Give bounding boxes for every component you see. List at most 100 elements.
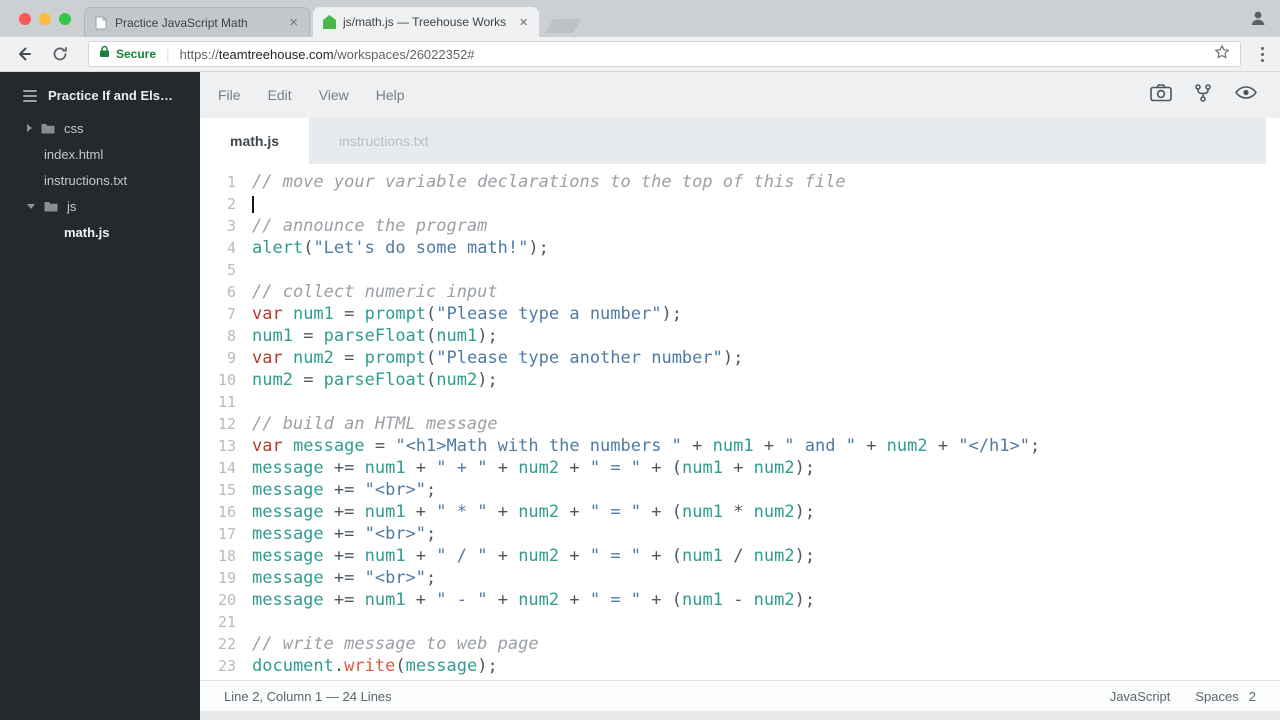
new-tab-button[interactable] — [544, 19, 582, 33]
tab-title: Practice JavaScript Math — [115, 15, 248, 30]
treehouse-icon — [322, 15, 336, 29]
code-line-21[interactable]: 21 — [200, 611, 1280, 633]
menu-help[interactable]: Help — [376, 87, 405, 103]
close-tab-icon[interactable]: × — [287, 15, 300, 30]
line-number: 19 — [217, 569, 236, 587]
lock-icon — [99, 45, 110, 63]
close-window-button[interactable] — [19, 13, 31, 25]
browser-tab-practice[interactable]: Practice JavaScript Math × — [84, 7, 310, 37]
code-line-2[interactable]: 2 — [200, 193, 1280, 215]
code-line-1[interactable]: 1// move your variable declarations to t… — [200, 171, 1280, 193]
page-icon — [94, 16, 108, 30]
editor-tab-math.js[interactable]: math.js — [200, 118, 310, 164]
browser-tab-workspace[interactable]: js/math.js — Treehouse Works × — [313, 7, 539, 37]
code-line-16[interactable]: 16 message += num1 + " * " + num2 + " = "… — [200, 501, 1280, 523]
editor-scrollbar[interactable] — [1266, 118, 1280, 680]
indent-setting[interactable]: Spaces 2 — [1195, 689, 1256, 704]
code-line-9[interactable]: 9 var num2 = prompt("Please type another … — [200, 347, 1280, 369]
file-index.html[interactable]: index.html — [0, 141, 200, 167]
code-line-10[interactable]: 10 num2 = parseFloat(num2); — [200, 369, 1280, 391]
code-line-7[interactable]: 7 var num1 = prompt("Please type a number… — [200, 303, 1280, 325]
line-number: 17 — [217, 525, 236, 543]
folder-js[interactable]: js — [0, 193, 200, 219]
browser-tabs: Practice JavaScript Math × js/math.js — … — [84, 0, 582, 37]
menu-view[interactable]: View — [319, 87, 349, 103]
project-title-row[interactable]: Practice If and Els… — [0, 88, 200, 115]
chevron-down-icon[interactable] — [27, 203, 35, 209]
browser-window: Practice JavaScript Math × js/math.js — … — [0, 0, 1280, 720]
editor-tabs: math.js instructions.txt — [200, 118, 1280, 164]
fork-icon[interactable] — [1194, 83, 1212, 108]
secure-label: Secure — [116, 47, 157, 61]
file-label: css — [64, 120, 84, 136]
browser-tabstrip: Practice JavaScript Math × js/math.js — … — [0, 0, 1280, 37]
line-number: 18 — [217, 547, 236, 565]
line-number: 16 — [217, 503, 236, 521]
code-line-14[interactable]: 14 message += num1 + " + " + num2 + " = "… — [200, 457, 1280, 479]
profile-icon[interactable] — [1249, 9, 1267, 32]
workspace-menubar: File Edit View Help — [200, 72, 1280, 118]
bookmark-star-icon[interactable] — [1214, 43, 1230, 65]
code-line-20[interactable]: 20 message += num1 + " - " + num2 + " = "… — [200, 589, 1280, 611]
url-separator: | — [166, 46, 170, 62]
line-number: 2 — [226, 195, 236, 213]
preview-eye-icon[interactable] — [1234, 84, 1258, 106]
code-line-12[interactable]: 12// build an HTML message — [200, 413, 1280, 435]
line-number: 21 — [217, 613, 236, 631]
snapshot-camera-icon[interactable] — [1150, 83, 1172, 107]
line-number: 15 — [217, 481, 236, 499]
code-editor[interactable]: 1// move your variable declarations to t… — [200, 164, 1280, 680]
code-line-19[interactable]: 19 message += "<br>"; — [200, 567, 1280, 589]
menu-items: File Edit View Help — [218, 87, 405, 103]
chevron-right-icon[interactable] — [27, 124, 32, 132]
line-number: 8 — [226, 327, 236, 345]
code-line-13[interactable]: 13 var message = "<h1>Math with the numbe… — [200, 435, 1280, 457]
file-math.js[interactable]: math.js — [0, 219, 200, 245]
code-line-23[interactable]: 23 document.write(message); — [200, 655, 1280, 677]
folder-icon — [44, 201, 58, 212]
window-controls — [19, 13, 71, 25]
file-sidebar: Practice If and Els… css index.html instru… — [0, 72, 200, 720]
code-line-17[interactable]: 17 message += "<br>"; — [200, 523, 1280, 545]
file-label: js — [67, 198, 77, 214]
line-number: 20 — [217, 591, 236, 609]
file-instructions.txt[interactable]: instructions.txt — [0, 167, 200, 193]
code-line-8[interactable]: 8 num1 = parseFloat(num1); — [200, 325, 1280, 347]
folder-css[interactable]: css — [0, 115, 200, 141]
language-indicator[interactable]: JavaScript — [1110, 689, 1171, 704]
minimize-window-button[interactable] — [39, 13, 51, 25]
code-line-22[interactable]: 22// write message to web page — [200, 633, 1280, 655]
project-title: Practice If and Els… — [48, 88, 173, 103]
cursor-position: Line 2, Column 1 — 24 Lines — [224, 688, 392, 704]
maximize-window-button[interactable] — [59, 13, 71, 25]
line-number: 11 — [217, 393, 236, 411]
text-cursor — [252, 196, 254, 213]
line-number: 12 — [217, 415, 236, 433]
line-number: 1 — [226, 173, 236, 191]
tab-title: js/math.js — Treehouse Works — [343, 15, 507, 29]
code-line-6[interactable]: 6// collect numeric input — [200, 281, 1280, 303]
line-number: 9 — [226, 349, 236, 367]
code-line-5[interactable]: 5 — [200, 259, 1280, 281]
line-number: 23 — [217, 657, 236, 675]
back-icon[interactable] — [10, 41, 38, 67]
line-number: 7 — [226, 305, 236, 323]
code-line-15[interactable]: 15 message += "<br>"; — [200, 479, 1280, 501]
editor-tab-instructions.txt[interactable]: instructions.txt — [309, 118, 458, 164]
menu-file[interactable]: File — [218, 87, 241, 103]
code-line-3[interactable]: 3// announce the program — [200, 215, 1280, 237]
address-bar[interactable]: Secure | https://teamtreehouse.com/works… — [88, 41, 1241, 67]
close-tab-icon[interactable]: × — [517, 15, 530, 30]
editor-pane: File Edit View Help math.js instructions.txt… — [200, 72, 1280, 720]
reload-icon[interactable] — [46, 41, 74, 67]
page-background-strip — [200, 711, 1280, 720]
code-line-18[interactable]: 18 message += num1 + " / " + num2 + " = "… — [200, 545, 1280, 567]
menu-edit[interactable]: Edit — [268, 87, 292, 103]
code-line-11[interactable]: 11 — [200, 391, 1280, 413]
code-line-4[interactable]: 4 alert("Let's do some math!"); — [200, 237, 1280, 259]
browser-menu-icon[interactable] — [1255, 43, 1270, 66]
file-tree: css index.html instructions.txt js math.js — [0, 115, 200, 245]
browser-toolbar: Secure | https://teamtreehouse.com/works… — [0, 37, 1280, 72]
line-number: 13 — [217, 437, 236, 455]
line-number: 22 — [217, 635, 236, 653]
